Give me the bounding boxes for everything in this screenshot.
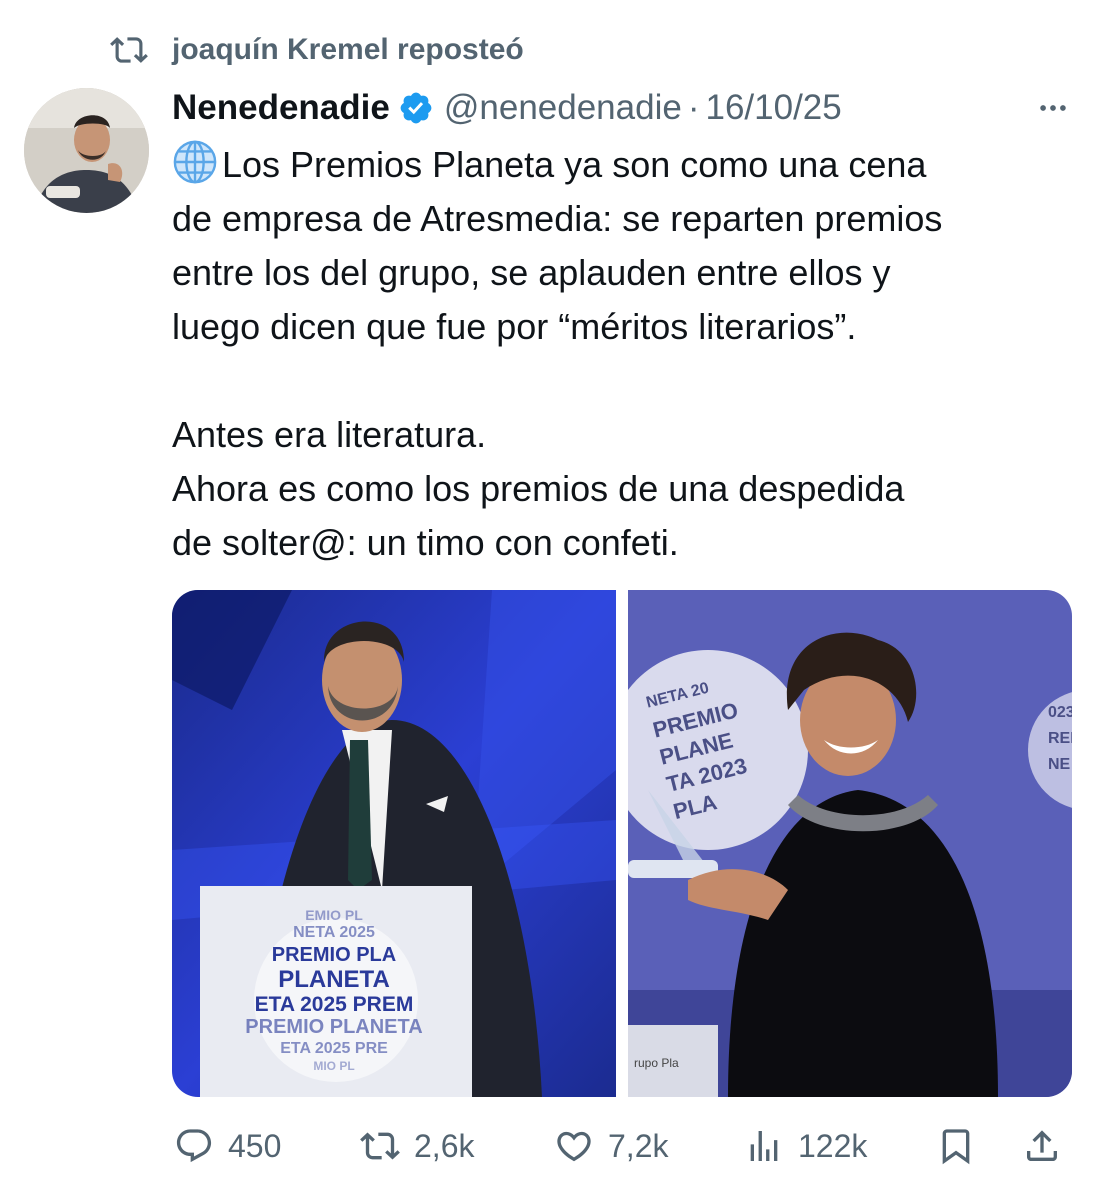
views-button[interactable]: 122k (744, 1118, 867, 1174)
bookmark-button[interactable] (936, 1118, 976, 1174)
tweet-line: de solter@: un timo con confeti. (172, 522, 679, 563)
repost-icon (110, 37, 148, 63)
like-button[interactable]: 7,2k (554, 1118, 668, 1174)
repost-icon (360, 1132, 400, 1160)
tweet-line: de empresa de Atresmedia: se reparten pr… (172, 198, 943, 239)
globe-icon (173, 140, 217, 184)
verified-badge-icon (400, 92, 432, 124)
reply-button[interactable]: 450 (174, 1118, 281, 1174)
tweet-date[interactable]: 16/10/25 (705, 88, 841, 128)
action-bar: 450 2,6k 7,2k 122k (172, 1118, 1072, 1174)
bookmark-icon (942, 1129, 970, 1165)
tweet-line: Los Premios Planeta ya son como una cena (172, 138, 1077, 192)
tweet-text: Los Premios Planeta ya son como una cena… (172, 138, 1077, 570)
author-handle[interactable]: @nenedenadie (444, 88, 682, 128)
author-name[interactable]: Nenedenadie (172, 88, 390, 128)
photo-speaker[interactable]: EMIO PL NETA 2025 PREMIO PLA PLANETA ETA… (172, 590, 616, 1097)
heart-icon (557, 1131, 591, 1162)
repost-count: 2,6k (414, 1127, 475, 1164)
tweet-header: Nenedenadie @nenedenadie · 16/10/25 (172, 84, 1075, 132)
share-icon (1027, 1130, 1057, 1161)
tweet-line: Ahora es como los premios de una despedi… (172, 468, 905, 509)
sponsor-text: rupo Pla (634, 1056, 679, 1070)
more-options-button[interactable] (1031, 86, 1075, 130)
reply-icon (176, 1129, 212, 1163)
tweet-line: luego dicen que fue por “méritos literar… (172, 306, 857, 347)
more-icon (1040, 105, 1066, 111)
separator-dot: · (687, 88, 700, 127)
like-count: 7,2k (608, 1127, 669, 1164)
tweet-line: Antes era literatura. (172, 414, 487, 455)
repost-button[interactable]: 2,6k (360, 1118, 474, 1174)
side-globe-text: 023 REM NE (1048, 704, 1072, 773)
share-button[interactable] (1022, 1118, 1062, 1174)
views-icon (750, 1131, 778, 1161)
views-count: 122k (798, 1127, 868, 1164)
avatar[interactable] (24, 88, 149, 213)
media-grid: EMIO PL NETA 2025 PREMIO PLA PLANETA ETA… (172, 590, 1072, 1097)
tweet-line: entre los del grupo, se aplauden entre e… (172, 252, 891, 293)
photo-winner[interactable]: NETA 20 PREMIO PLANE TA 2023 PLA 023 REM… (628, 590, 1072, 1097)
podium-logo: EMIO PL NETA 2025 PREMIO PLA PLANETA ETA… (245, 907, 423, 1073)
reply-count: 450 (228, 1127, 282, 1164)
repost-context[interactable]: joaquín Kremel reposteó (110, 28, 524, 72)
repost-label: joaquín Kremel reposteó (172, 33, 524, 66)
